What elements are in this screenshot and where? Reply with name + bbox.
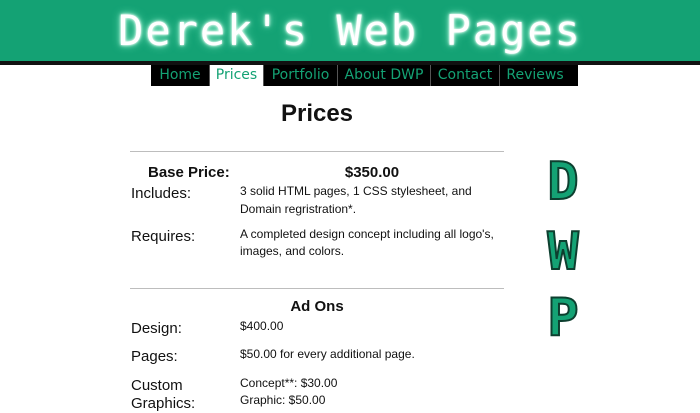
nav-item-about[interactable]: About DWP — [338, 65, 431, 86]
custom-graphics-label-line1: Custom — [131, 377, 183, 394]
nav-item-contact[interactable]: Contact — [431, 65, 500, 86]
section-divider — [130, 288, 504, 289]
nav-item-home[interactable]: Home — [151, 65, 210, 86]
page-title: Prices — [280, 100, 354, 127]
side-logo-letter-w: W — [546, 222, 579, 282]
custom-graphics-label-line2: Graphics: — [131, 395, 196, 412]
includes-value-line2: Domain regristration*. — [240, 202, 357, 216]
pages-value: $50.00 for every additional page. — [240, 347, 415, 361]
main-nav: Home Prices Portfolio About DWP Contact … — [151, 65, 578, 86]
nav-item-prices[interactable]: Prices — [210, 65, 264, 86]
base-price-value: $350.00 — [344, 164, 400, 181]
includes-value-line1: 3 solid HTML pages, 1 CSS stylesheet, an… — [240, 184, 472, 198]
nav-item-portfolio[interactable]: Portfolio — [264, 65, 338, 86]
base-price-label: Base Price: — [148, 164, 230, 181]
section-divider — [130, 151, 504, 152]
site-header: Derek's Web Pages — [0, 0, 700, 65]
requires-label: Requires: — [131, 228, 196, 245]
site-title: Derek's Web Pages — [118, 6, 582, 55]
design-label: Design: — [131, 320, 182, 337]
design-value: $400.00 — [240, 319, 284, 333]
side-logo-letter-d: D — [546, 152, 579, 212]
pages-label: Pages: — [131, 348, 178, 365]
nav-item-reviews[interactable]: Reviews — [500, 65, 570, 86]
includes-label: Includes: — [131, 185, 192, 202]
addons-heading: Ad Ons — [290, 298, 344, 315]
requires-value-line2: images, and colors. — [240, 244, 345, 258]
side-logo-letter-p: P — [546, 288, 579, 348]
custom-graphics-value-line2: Graphic: $50.00 — [240, 393, 326, 407]
